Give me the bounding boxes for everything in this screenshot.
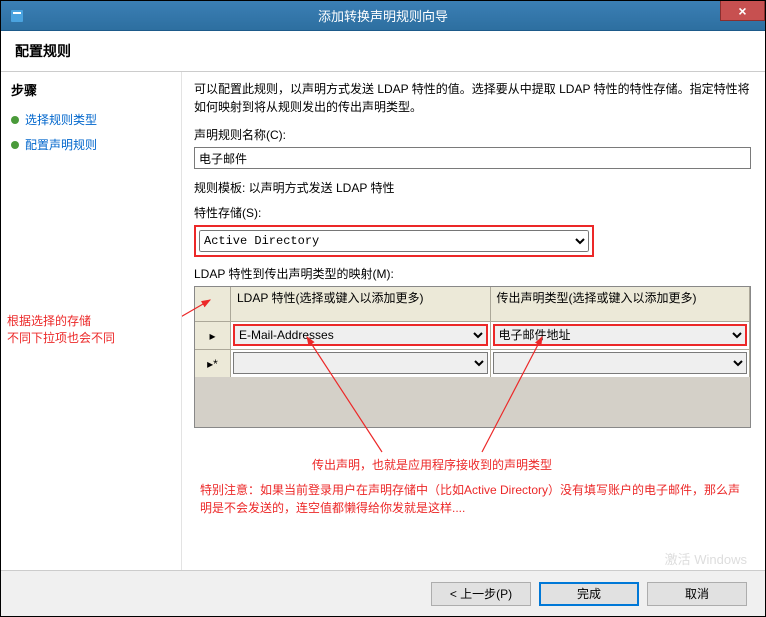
table-row: ▸* xyxy=(195,349,750,377)
annotation-mid: 传出声明，也就是应用程序接收到的声明类型 xyxy=(312,457,552,474)
bullet-icon xyxy=(11,116,19,124)
sidebar-item-select-rule-type[interactable]: 选择规则类型 xyxy=(11,107,171,132)
row-marker-new: ▸* xyxy=(195,350,231,377)
header-section: 配置规则 xyxy=(1,31,765,72)
row-marker-current: ▸ xyxy=(195,322,231,349)
cancel-button[interactable]: 取消 xyxy=(647,582,747,606)
watermark: 激活 Windows xyxy=(665,549,747,568)
table-row: ▸ E-Mail-Addresses 电子邮件地址 xyxy=(195,321,750,349)
window-title: 添加转换声明规则向导 xyxy=(318,6,448,25)
mapping-grid: LDAP 特性(选择或键入以添加更多) 传出声明类型(选择或键入以添加更多) ▸… xyxy=(194,286,751,428)
main-panel: 可以配置此规则，以声明方式发送 LDAP 特性的值。选择要从中提取 LDAP 特… xyxy=(181,72,765,587)
sidebar-item-label: 配置声明规则 xyxy=(25,136,97,153)
grid-spacer xyxy=(195,377,750,427)
outgoing-claim-cell xyxy=(491,350,751,377)
app-icon xyxy=(9,8,25,24)
finish-button[interactable]: 完成 xyxy=(539,582,639,606)
prev-button[interactable]: < 上一步(P) xyxy=(431,582,531,606)
rule-name-input[interactable] xyxy=(194,147,751,169)
outgoing-claim-cell: 电子邮件地址 xyxy=(491,322,751,349)
sidebar-item-configure-claim-rule[interactable]: 配置声明规则 xyxy=(11,132,171,157)
content-area: 步骤 选择规则类型 配置声明规则 可以配置此规则，以声明方式发送 LDAP 特性… xyxy=(1,72,765,587)
titlebar: 添加转换声明规则向导 × xyxy=(1,1,765,31)
ldap-attr-cell: E-Mail-Addresses xyxy=(231,322,491,349)
close-icon: × xyxy=(738,3,746,19)
steps-heading: 步骤 xyxy=(11,80,171,99)
grid-col-claim: 传出声明类型(选择或键入以添加更多) xyxy=(491,287,751,321)
grid-header: LDAP 特性(选择或键入以添加更多) 传出声明类型(选择或键入以添加更多) xyxy=(195,287,750,321)
close-button[interactable]: × xyxy=(720,1,765,21)
rule-name-label: 声明规则名称(C): xyxy=(194,126,751,143)
attr-store-select[interactable]: Active Directory xyxy=(199,230,589,252)
description-text: 可以配置此规则，以声明方式发送 LDAP 特性的值。选择要从中提取 LDAP 特… xyxy=(194,80,751,116)
attr-store-highlight: Active Directory xyxy=(194,225,594,257)
ldap-attr-select[interactable] xyxy=(233,352,488,374)
bullet-icon xyxy=(11,141,19,149)
grid-col-ldap: LDAP 特性(选择或键入以添加更多) xyxy=(231,287,491,321)
ldap-attr-cell xyxy=(231,350,491,377)
attr-store-label: 特性存储(S): xyxy=(194,204,751,221)
page-title: 配置规则 xyxy=(15,41,751,61)
template-label: 规则模板: 以声明方式发送 LDAP 特性 xyxy=(194,179,751,196)
sidebar-item-label: 选择规则类型 xyxy=(25,111,97,128)
outgoing-claim-select[interactable]: 电子邮件地址 xyxy=(493,324,748,346)
mapping-label: LDAP 特性到传出声明类型的映射(M): xyxy=(194,265,751,282)
button-bar: < 上一步(P) 完成 取消 xyxy=(1,570,765,616)
grid-corner xyxy=(195,287,231,321)
ldap-attr-select[interactable]: E-Mail-Addresses xyxy=(233,324,488,346)
outgoing-claim-select[interactable] xyxy=(493,352,748,374)
sidebar: 步骤 选择规则类型 配置声明规则 xyxy=(1,72,181,587)
annotation-bottom: 特别注意：如果当前登录用户在声明存储中（比如Active Directory）没… xyxy=(200,481,751,517)
